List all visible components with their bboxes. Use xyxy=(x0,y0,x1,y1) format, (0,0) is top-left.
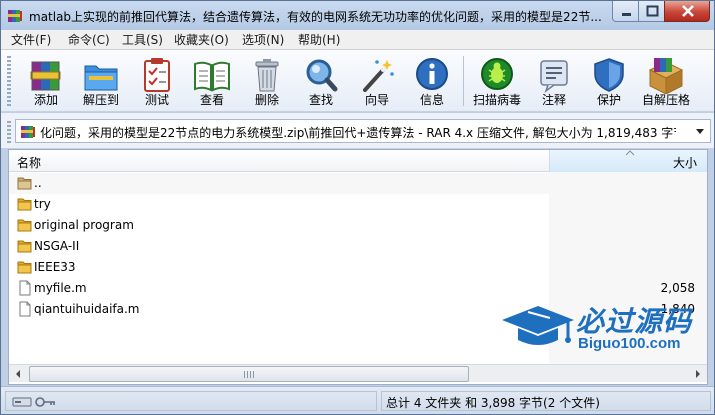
menu-file[interactable]: 文件(F) xyxy=(11,32,51,48)
file-name: IEEE33 xyxy=(34,260,76,274)
folder-icon xyxy=(17,198,32,211)
folder-icon xyxy=(17,219,32,232)
book-view-icon xyxy=(194,61,230,92)
status-left-pane xyxy=(5,391,377,411)
extract-button[interactable]: 解压到 xyxy=(73,53,129,109)
magnifier-icon xyxy=(306,59,338,92)
address-grip[interactable] xyxy=(7,121,11,143)
toolbar: 添加 解压到 测试 查看 删除 查找 向导 信息 扫描病毒 注释 保护 自解压格 xyxy=(1,50,714,112)
find-label: 查找 xyxy=(308,93,333,107)
address-path: 化问题，采用的模型是22节点的电力系统模型.zip\前推回代+遗传算法 - RA… xyxy=(40,126,676,140)
menu-command[interactable]: 命令(C) xyxy=(68,32,110,48)
info-icon xyxy=(416,58,448,90)
menu-bar: 文件(F) 命令(C) 工具(S) 收藏夹(O) 选项(N) 帮助(H) xyxy=(1,30,714,50)
status-right-pane: 总计 4 文件夹 和 3,898 字节(2 个文件) xyxy=(381,391,711,411)
trash-icon xyxy=(255,59,279,92)
sfx-archive-icon xyxy=(648,58,684,94)
sfx-label: 自解压格 xyxy=(641,93,690,107)
find-button[interactable]: 查找 xyxy=(293,53,349,109)
chevron-left-icon xyxy=(16,370,20,378)
column-size-header-cell[interactable]: 大小 xyxy=(549,150,707,172)
protect-label: 保护 xyxy=(596,93,621,107)
watermark-cn-text: 必过源码 xyxy=(576,305,693,338)
menu-tools[interactable]: 工具(S) xyxy=(122,32,163,48)
status-bar: 总计 4 文件夹 和 3,898 字节(2 个文件) xyxy=(1,386,714,414)
view-button[interactable]: 查看 xyxy=(184,53,240,109)
file-name: try xyxy=(34,197,51,211)
magic-wand-icon xyxy=(363,60,394,92)
menu-help[interactable]: 帮助(H) xyxy=(298,32,340,48)
extract-label: 解压到 xyxy=(82,93,119,107)
title-bar[interactable]: matlab上实现的前推回代算法，结合遗传算法，有效的电网系统无功功率的优化问题… xyxy=(1,1,714,30)
column-name-header[interactable]: 名称 xyxy=(17,154,41,171)
file-name: myfile.m xyxy=(34,281,87,295)
folder-extract-icon xyxy=(84,65,118,91)
close-icon xyxy=(682,5,694,17)
menu-favorites[interactable]: 收藏夹(O) xyxy=(174,32,229,48)
file-size: 2,058 xyxy=(660,281,695,295)
table-row[interactable]: .. xyxy=(9,173,549,194)
virus-scan-icon xyxy=(481,58,513,90)
file-name: qiantuihuidaifa.m xyxy=(34,302,140,316)
clipboard-test-icon xyxy=(144,58,170,92)
winrar-window: matlab上实现的前推回代算法，结合遗传算法，有效的电网系统无功功率的优化问题… xyxy=(0,0,715,415)
folder-icon xyxy=(17,261,32,274)
watermark-logo: 必过源码 Biguo100.com xyxy=(498,298,708,358)
maximize-button[interactable] xyxy=(638,1,665,22)
delete-button[interactable]: 删除 xyxy=(239,53,295,109)
table-row[interactable]: myfile.m 2,058 xyxy=(9,278,707,299)
winrar-app-icon xyxy=(8,10,22,22)
sort-up-icon xyxy=(625,150,635,156)
scrollbar-grip xyxy=(244,371,254,378)
table-row[interactable]: original program xyxy=(9,215,549,236)
info-label: 信息 xyxy=(419,93,444,107)
minimize-button[interactable] xyxy=(612,1,639,22)
address-field[interactable]: 化问题，采用的模型是22节点的电力系统模型.zip\前推回代+遗传算法 - RA… xyxy=(15,119,711,143)
table-row[interactable]: NSGA-II xyxy=(9,236,549,257)
shield-icon xyxy=(594,58,624,92)
drive-key-icon[interactable] xyxy=(12,395,56,409)
comment-icon xyxy=(540,60,568,94)
folder-icon xyxy=(17,240,32,253)
add-button[interactable]: 添加 xyxy=(18,53,74,109)
info-button[interactable]: 信息 xyxy=(404,53,460,109)
sfx-button[interactable]: 自解压格 xyxy=(638,53,694,109)
file-name: NSGA-II xyxy=(34,239,80,253)
scan-virus-button[interactable]: 扫描病毒 xyxy=(469,53,525,109)
archive-icon xyxy=(21,126,35,138)
toolbar-separator xyxy=(463,56,464,106)
chevron-right-icon xyxy=(696,370,700,378)
comment-button[interactable]: 注释 xyxy=(526,53,582,109)
chevron-down-icon xyxy=(696,129,704,134)
status-summary: 总计 4 文件夹 和 3,898 字节(2 个文件) xyxy=(386,396,600,410)
file-icon xyxy=(19,301,31,317)
minimize-icon xyxy=(622,13,631,16)
test-button[interactable]: 测试 xyxy=(129,53,185,109)
file-icon xyxy=(19,280,31,296)
parent-folder-icon xyxy=(17,177,32,190)
file-name: .. xyxy=(34,176,42,190)
scan-virus-label: 扫描病毒 xyxy=(472,93,521,107)
toolbar-grip[interactable] xyxy=(7,56,11,106)
protect-button[interactable]: 保护 xyxy=(581,53,637,109)
column-header: 名称 大小 xyxy=(9,150,707,172)
address-bar: 化问题，采用的模型是22节点的电力系统模型.zip\前推回代+遗传算法 - RA… xyxy=(1,113,714,149)
scrollbar-thumb[interactable] xyxy=(29,366,469,382)
close-button[interactable] xyxy=(664,1,710,22)
scroll-left-button[interactable] xyxy=(10,366,27,382)
graduation-cap-icon xyxy=(502,306,574,345)
wizard-button[interactable]: 向导 xyxy=(349,53,405,109)
address-dropdown-button[interactable] xyxy=(692,122,708,140)
menu-options[interactable]: 选项(N) xyxy=(242,32,284,48)
horizontal-scrollbar[interactable] xyxy=(9,364,707,382)
scroll-right-button[interactable] xyxy=(689,366,706,382)
column-size-header: 大小 xyxy=(672,156,697,170)
table-row[interactable]: try xyxy=(9,194,549,215)
file-name: original program xyxy=(34,218,134,232)
window-title: matlab上实现的前推回代算法，结合遗传算法，有效的电网系统无功功率的优化问题… xyxy=(29,10,602,24)
archive-add-icon xyxy=(30,61,61,91)
maximize-icon xyxy=(646,5,659,17)
table-row[interactable]: IEEE33 xyxy=(9,257,549,278)
watermark-en-text: Biguo100.com xyxy=(578,335,681,352)
